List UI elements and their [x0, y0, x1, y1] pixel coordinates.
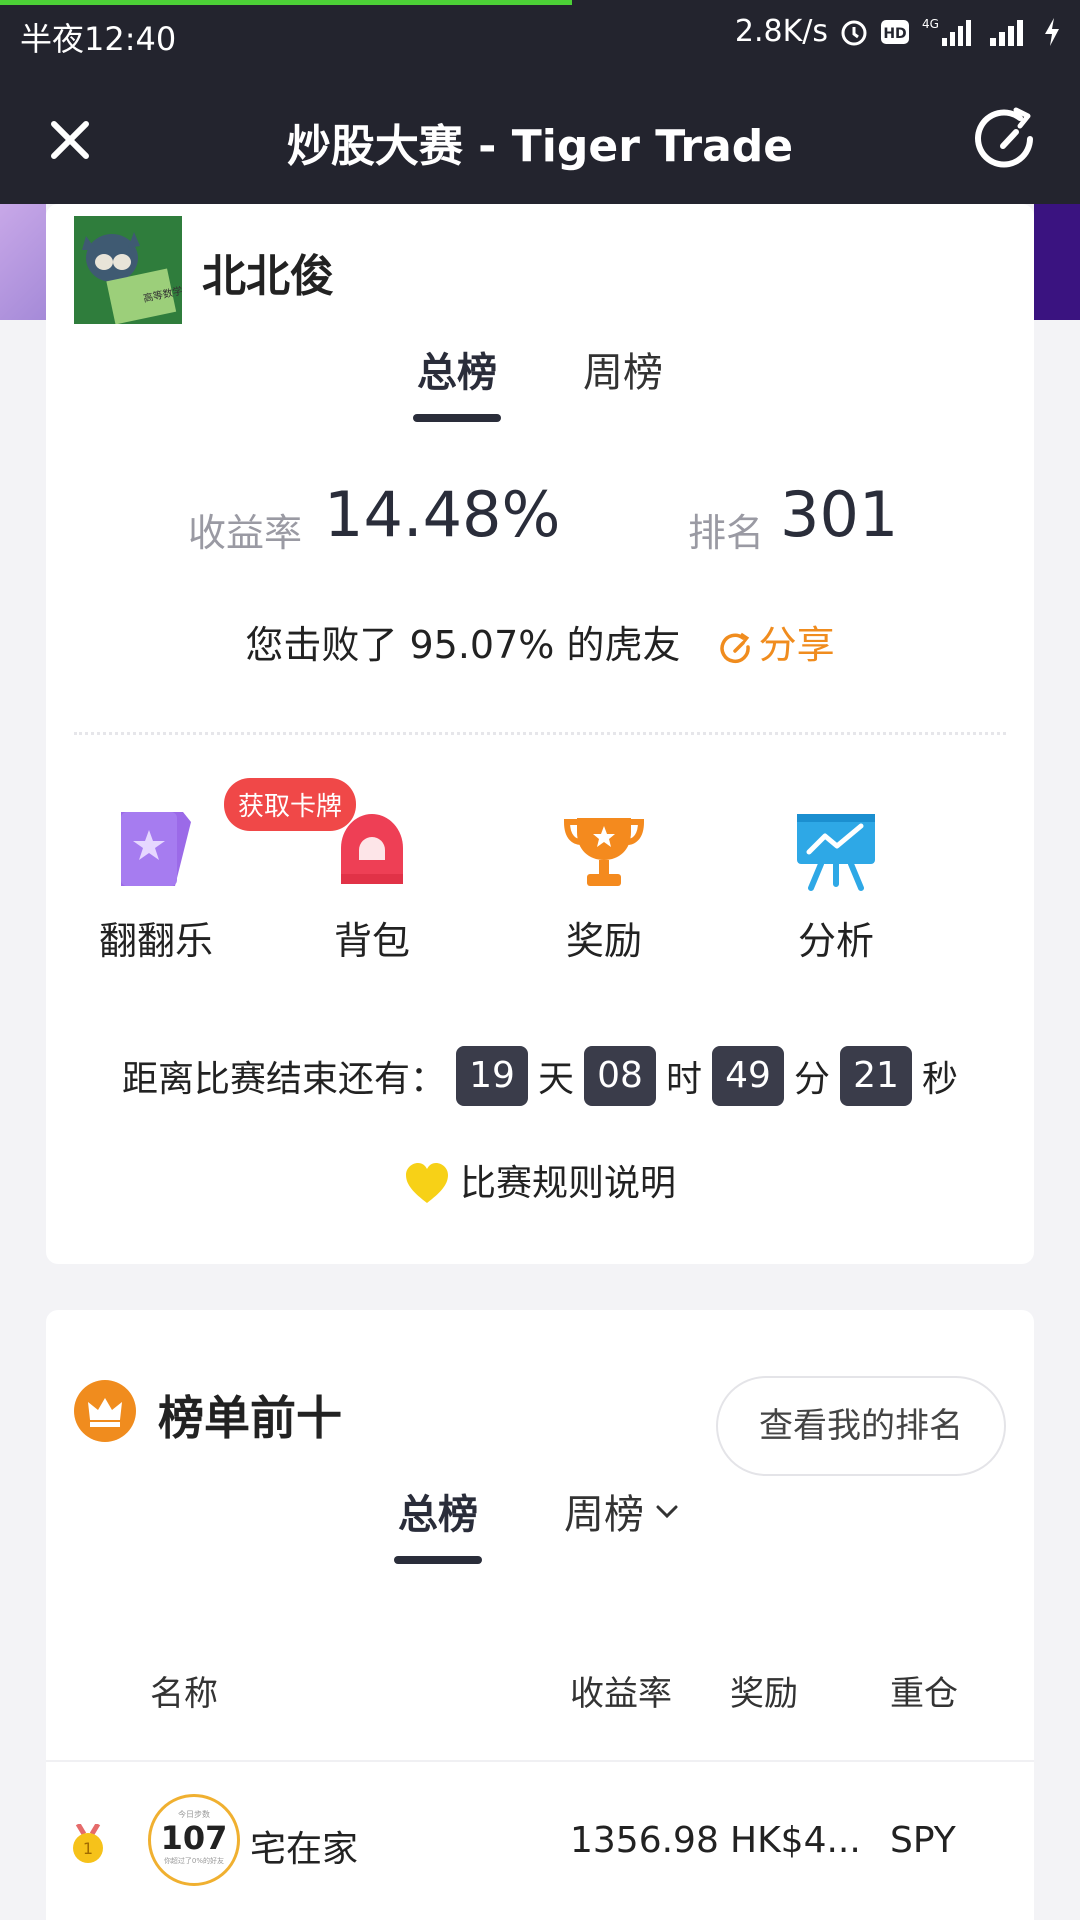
leaderboard-title: 榜单前十 [158, 1391, 342, 1445]
rank-label: 排名 [688, 511, 765, 555]
svg-text:4G: 4G [922, 17, 939, 31]
tab-total[interactable]: 总榜 [413, 340, 501, 422]
tab-weekly[interactable]: 周榜 [583, 340, 663, 422]
share-label: 分享 [758, 623, 835, 667]
refresh-icon[interactable] [970, 104, 1040, 174]
signal-4g-icon: 4G [920, 16, 978, 48]
return-value: 14.48% [324, 478, 561, 551]
rank-value: 301 [780, 478, 899, 551]
divider [74, 732, 1006, 735]
feature-backpack[interactable]: 背包 [272, 804, 472, 965]
leaderboard-tab-weekly[interactable]: 周榜 [564, 1482, 682, 1564]
countdown-seconds-unit: 秒 [922, 1059, 959, 1100]
backpack-icon [327, 804, 417, 894]
beat-text: 您击败了 95.07% 的虎友 [245, 623, 681, 667]
col-heavy: 重仓 [890, 1674, 958, 1714]
chevron-down-icon [656, 1505, 678, 1519]
page-load-progress [0, 0, 572, 5]
avatar-caption-bottom: 你超过了0%的好友 [163, 1857, 225, 1865]
beat-summary: 您击败了 95.07% 的虎友 分享 [46, 614, 1034, 669]
rules-link[interactable]: 比赛规则说明 [46, 1154, 1034, 1206]
heart-icon [405, 1163, 448, 1203]
countdown-label: 距离比赛结束还有： [121, 1059, 446, 1100]
countdown-days-unit: 天 [537, 1059, 574, 1100]
return-label: 收益率 [188, 511, 303, 555]
my-contest-card: 高等数学 北北俊 总榜 周榜 收益率 14.48% 排名 301 您击败了 95… [46, 204, 1034, 1264]
rank-number: 1 [83, 1839, 93, 1858]
countdown-hours-unit: 时 [665, 1059, 702, 1100]
crown-icon [74, 1380, 136, 1442]
avatar[interactable]: 今日步数 107 你超过了0%的好友 [148, 1794, 240, 1886]
rules-label: 比赛规则说明 [459, 1163, 676, 1204]
col-name: 名称 [150, 1674, 218, 1714]
share-icon [719, 632, 750, 664]
charging-icon [1042, 16, 1062, 48]
table-row[interactable]: 1 今日步数 107 你超过了0%的好友 宅在家 1356.98% HK$4..… [46, 1786, 1034, 1896]
share-button[interactable]: 分享 [719, 623, 835, 667]
leaderboard-tabs: 总榜 周榜 [46, 1482, 1034, 1564]
row-name: 宅在家 [250, 1829, 359, 1870]
row-reward: HK$4... [730, 1820, 861, 1861]
countdown-minutes-unit: 分 [794, 1059, 831, 1100]
hd-icon: HD [880, 18, 910, 46]
signal-icon [988, 16, 1032, 48]
col-reward: 奖励 [730, 1674, 798, 1714]
status-icons: 2.8K/s HD 4G [735, 14, 1062, 49]
stats: 收益率 14.48% 排名 301 [46, 474, 1034, 555]
profile-tabs: 总榜 周榜 [46, 340, 1034, 422]
feature-rewards-label: 奖励 [565, 919, 642, 963]
leaderboard-tab-weekly-label: 周榜 [564, 1492, 644, 1538]
countdown-hours: 08 [583, 1046, 656, 1106]
leaderboard-tab-total[interactable]: 总榜 [394, 1482, 482, 1564]
feature-analysis[interactable]: 分析 [736, 804, 936, 965]
avatar[interactable]: 高等数学 [74, 216, 182, 324]
feature-flip[interactable]: 翻翻乐 获取卡牌 [56, 778, 357, 965]
gold-medal-icon: 1 [68, 1822, 108, 1864]
row-return: 1356.98% [570, 1820, 720, 1861]
page-title: 炒股大赛 - Tiger Trade [286, 121, 794, 172]
col-return: 收益率 [570, 1674, 672, 1714]
svg-text:HD: HD [883, 26, 906, 42]
feature-analysis-label: 分析 [797, 919, 874, 963]
countdown-minutes: 49 [712, 1046, 784, 1106]
avatar-number: 107 [160, 1819, 228, 1857]
status-bar: 半夜12:40 2.8K/s HD 4G [0, 0, 1080, 72]
countdown-seconds: 21 [840, 1046, 913, 1106]
nav-bar: 炒股大赛 - Tiger Trade [0, 72, 1080, 204]
feature-rewards[interactable]: 奖励 [504, 804, 704, 965]
username: 北北俊 [202, 251, 334, 302]
feature-backpack-label: 背包 [333, 919, 410, 963]
feature-flip-label: 翻翻乐 [98, 919, 213, 963]
banner-decoration-left [0, 204, 46, 320]
countdown: 距离比赛结束还有： 19 天 08 时 49 分 21 秒 [46, 1046, 1034, 1106]
status-time: 半夜12:40 [20, 20, 177, 58]
network-speed: 2.8K/s [734, 14, 828, 49]
chart-board-icon [791, 804, 881, 894]
table-divider [46, 1760, 1034, 1762]
banner-decoration-right [1034, 204, 1080, 320]
alarm-icon [838, 16, 870, 48]
leaderboard-card: 榜单前十 查看我的排名 总榜 周榜 名称 收益率 奖励 重仓 1 今日步数 10… [46, 1310, 1034, 1920]
trophy-icon [559, 804, 649, 894]
my-rank-button[interactable]: 查看我的排名 [716, 1376, 1006, 1476]
flip-card-icon [111, 804, 201, 894]
row-heavy: SPY [890, 1820, 956, 1861]
countdown-days: 19 [455, 1046, 528, 1106]
